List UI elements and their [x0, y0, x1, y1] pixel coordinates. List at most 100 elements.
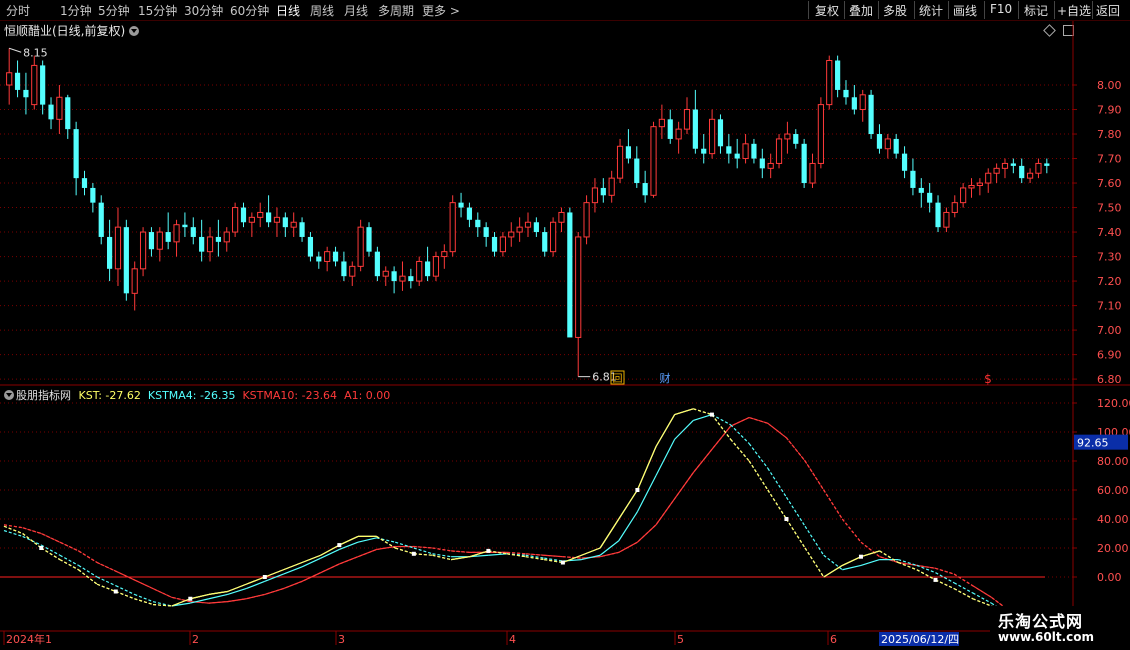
candle-body [223, 231, 230, 243]
candle-body [993, 167, 1000, 174]
logo-text: 乐淘公式网 [998, 612, 1084, 631]
kstma4-segment [115, 585, 135, 595]
kstma4-segment [711, 414, 731, 426]
xaxis-label: 4 [509, 633, 516, 646]
candle-body [634, 158, 640, 184]
kstma10-segment [264, 588, 284, 595]
kst-segment [636, 446, 657, 491]
candle-body [432, 256, 440, 277]
kstma4-segment [804, 525, 825, 556]
kst-point-marker [635, 488, 640, 492]
kst-segment [134, 598, 154, 606]
candle-body [466, 207, 473, 220]
price-tick-label: 8.00 [1097, 79, 1122, 92]
kst-point-marker [411, 551, 416, 556]
candle-body [784, 133, 791, 140]
candle-body [1010, 163, 1016, 166]
marker-dollar[interactable]: $ [984, 372, 992, 386]
kstma4-segment [413, 547, 433, 555]
kstma4-segment [636, 475, 657, 513]
chart-canvas[interactable]: 8.00 7.90 7.80 7.70 7.60 7.50 7.40 7.30 7.20 7.10… [0, 0, 1130, 650]
xaxis-label: 5 [677, 633, 684, 646]
candle-body [809, 162, 816, 184]
kstma10-segment [339, 556, 359, 565]
kstma10-segment [618, 541, 638, 553]
kstma4-segment [227, 588, 247, 595]
candle-body [182, 224, 188, 228]
candle-body [248, 216, 255, 223]
kstma10-segment [357, 548, 377, 558]
kstma4-segment [283, 566, 303, 575]
candle-body [232, 207, 239, 233]
kst-point-marker [560, 560, 565, 565]
candle-body [424, 261, 431, 277]
candle-body [508, 231, 515, 238]
candle-body [107, 236, 113, 269]
kstma4-segment [655, 438, 676, 476]
price-tick-label: 7.00 [1097, 324, 1122, 337]
kst-segment [767, 489, 787, 520]
candle-body [717, 119, 724, 147]
candle-body [1019, 165, 1025, 179]
indicator-tick-label: 120.00 [1097, 397, 1130, 410]
candle-body [23, 89, 29, 98]
candle-body [14, 72, 21, 90]
candle-body [910, 170, 916, 188]
price-tick-label: 7.80 [1097, 128, 1122, 141]
candle-body [876, 134, 883, 149]
kst-segment [823, 564, 843, 578]
candle-body [366, 227, 372, 252]
candle-body [374, 251, 380, 277]
candle-body [90, 187, 96, 203]
candle-body [139, 231, 147, 270]
candle-body [558, 211, 565, 223]
kst-segment [581, 547, 601, 556]
kst-point-marker [113, 589, 118, 594]
candle-body [884, 138, 891, 150]
candle-body [801, 143, 807, 184]
candle-body [441, 251, 448, 258]
candle-body [935, 202, 941, 228]
marker-cai[interactable]: 财 [660, 371, 671, 385]
kst-point-marker [933, 577, 938, 582]
candle-body [290, 221, 297, 228]
price-tick-label: 6.80 [1097, 373, 1122, 386]
candle-body [843, 89, 849, 98]
kstma10-segment [246, 593, 265, 600]
candle-body [391, 271, 397, 282]
kstma4-segment [693, 414, 713, 421]
indicator-tick-label: 20.00 [1097, 542, 1129, 555]
candle-body [793, 134, 799, 144]
site-logo: 乐淘公式网 www.60lt.com [990, 606, 1130, 650]
kstma4-segment [618, 511, 638, 542]
candle-body [190, 227, 196, 237]
kstma4-segment [860, 559, 880, 566]
candle-body [81, 178, 88, 188]
candle-body [499, 236, 506, 253]
candle-body [976, 182, 983, 186]
candle-body [927, 192, 933, 203]
xaxis-label: 2024年1 [6, 632, 52, 646]
kstma10-segment [208, 601, 228, 604]
candle-body [458, 202, 464, 208]
candle-body [282, 217, 288, 228]
candle-body [307, 236, 314, 257]
candle-body [960, 187, 967, 204]
candle-body [148, 232, 155, 250]
kst-segment [879, 550, 899, 564]
kst-segment [655, 414, 676, 447]
kstma10-segment [320, 563, 340, 574]
kst-segment [245, 576, 266, 585]
candle-body [901, 153, 908, 171]
marker-hui[interactable]: 回 [610, 370, 625, 385]
candle-body [114, 226, 122, 270]
kstma4-segment [730, 424, 750, 445]
candle-body [985, 172, 992, 184]
candle-body [215, 236, 221, 242]
candle-body [542, 232, 548, 252]
candle-body [533, 222, 539, 233]
candle-body [491, 236, 498, 252]
candle-body [483, 227, 489, 237]
candle-body [524, 221, 532, 228]
candle-body [567, 212, 573, 338]
